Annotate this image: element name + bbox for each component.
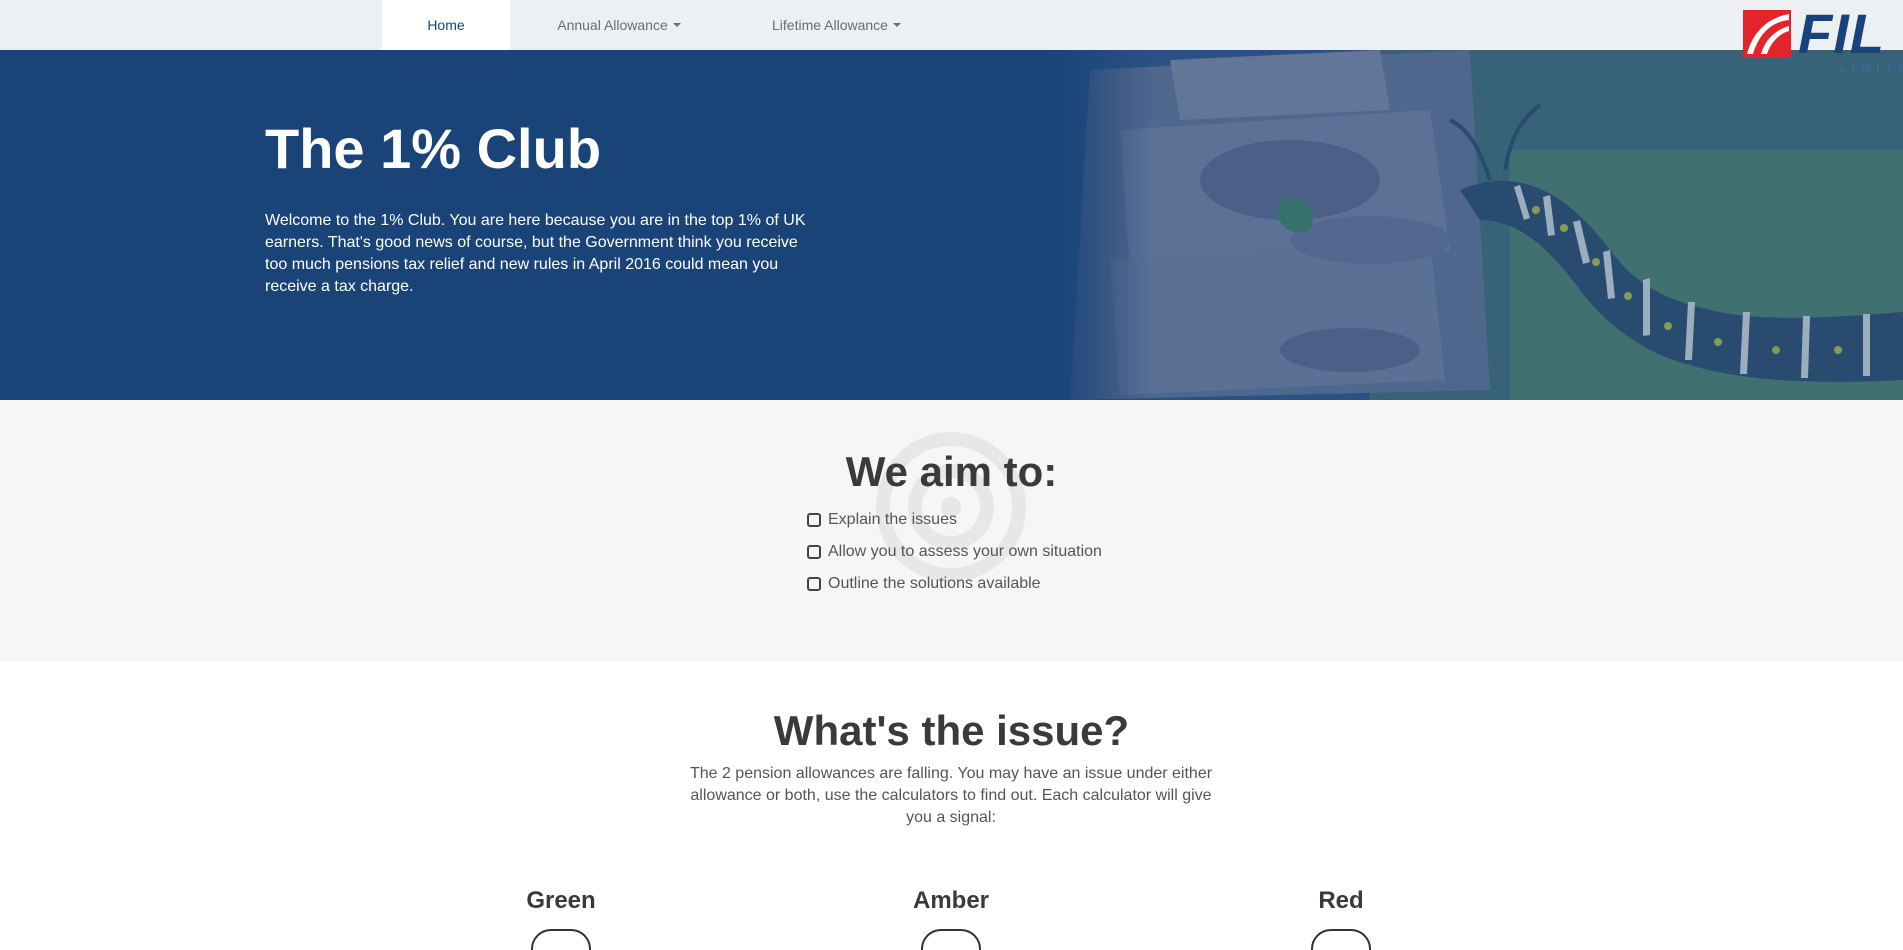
nav-home[interactable]: Home <box>382 0 510 50</box>
nav-lifetime-allowance-label: Lifetime Allowance <box>772 17 888 33</box>
aim-text: Outline the solutions available <box>828 575 1041 592</box>
hero-title: The 1% Club <box>265 117 602 180</box>
logo-text: FIL <box>1798 2 1885 65</box>
signal-red: Red <box>1241 886 1441 950</box>
aim-text: Explain the issues <box>828 511 957 528</box>
issue-title: What's the issue? <box>773 707 1130 754</box>
top-navbar: Home Annual Allowance Lifetime Allowance <box>0 0 1903 50</box>
checkbox-icon <box>807 545 821 559</box>
traffic-light-icon <box>921 929 981 950</box>
aim-text: Allow you to assess your own situation <box>828 543 1102 560</box>
caret-down-icon <box>892 23 901 27</box>
checkbox-icon <box>807 577 821 591</box>
nav-lifetime-allowance[interactable]: Lifetime Allowance <box>728 0 945 50</box>
issue-description: The 2 pension allowances are falling. Yo… <box>689 765 1213 826</box>
brand-logo[interactable]: FIL LIMITED <box>1743 4 1903 76</box>
signal-green: Green <box>461 886 661 950</box>
traffic-light-icon <box>1311 929 1371 950</box>
issue-section: What's the issue? The 2 pension allowanc… <box>0 661 1903 950</box>
aims-section: We aim to: Explain the issues Allow you … <box>0 400 1903 661</box>
nav-annual-allowance-label: Annual Allowance <box>557 17 668 33</box>
traffic-light-icon <box>531 929 591 950</box>
signal-green-label: Green <box>526 887 596 914</box>
caret-down-icon <box>672 23 681 27</box>
main-nav: Home Annual Allowance Lifetime Allowance <box>382 0 945 50</box>
checkbox-icon <box>807 513 821 527</box>
list-item: Explain the issues <box>807 504 1102 536</box>
signal-red-label: Red <box>1318 887 1364 914</box>
signal-amber: Amber <box>851 886 1051 950</box>
hero-banner: The 1% Club Welcome to the 1% Club. You … <box>0 50 1903 400</box>
aims-title: We aim to: <box>845 448 1058 495</box>
nav-home-label: Home <box>427 17 465 33</box>
nav-annual-allowance[interactable]: Annual Allowance <box>510 0 728 50</box>
hero-intro-text: Welcome to the 1% Club. You are here bec… <box>265 212 806 295</box>
aims-list: Explain the issues Allow you to assess y… <box>807 504 1102 600</box>
logo-mark-icon <box>1743 10 1791 58</box>
list-item: Outline the solutions available <box>807 568 1102 600</box>
logo-subtext: LIMITED <box>1840 63 1903 75</box>
signal-amber-label: Amber <box>912 887 990 914</box>
list-item: Allow you to assess your own situation <box>807 536 1102 568</box>
hero-banknote-caterpillar-image <box>1050 50 1903 400</box>
